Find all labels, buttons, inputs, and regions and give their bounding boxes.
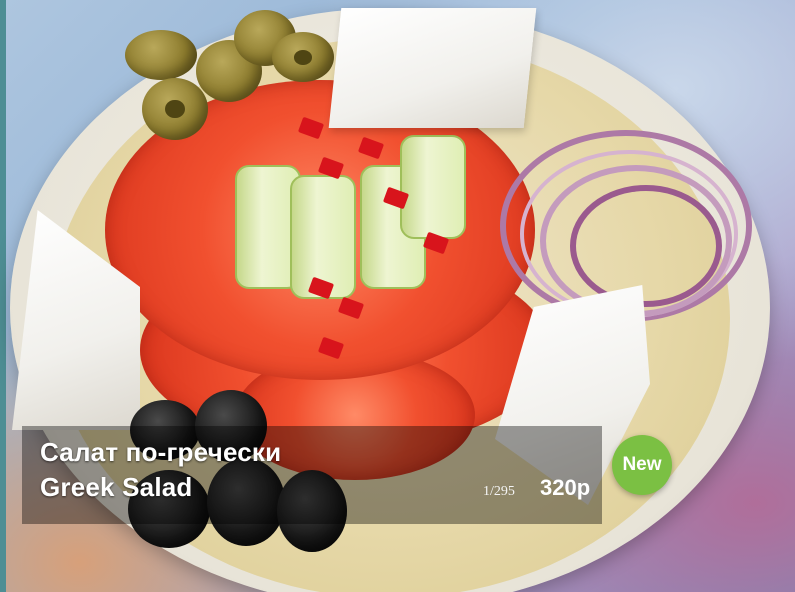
onion-ring (570, 185, 722, 307)
dish-name-english: Greek Salad (40, 472, 193, 502)
green-olive (125, 30, 197, 80)
feta-cheese (328, 8, 537, 128)
new-badge: New (612, 435, 672, 495)
dish-weight: 1/295 (483, 484, 515, 499)
green-olive (272, 32, 334, 82)
dish-price: 320р (540, 475, 591, 500)
card-edge (0, 0, 6, 592)
dish-name-russian: Салат по-гречески (40, 437, 282, 467)
green-olive (142, 78, 208, 140)
cucumber-piece (400, 135, 466, 239)
menu-item-card[interactable]: Салат по-гречески Greek Salad 1/295 320р… (0, 0, 795, 592)
